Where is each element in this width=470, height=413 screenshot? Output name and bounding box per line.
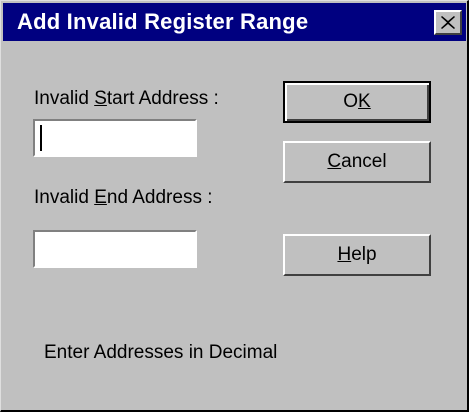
decimal-hint-text: Enter Addresses in Decimal: [44, 342, 278, 363]
ok-button[interactable]: OK: [283, 81, 431, 123]
end-address-label: Invalid End Address :: [34, 187, 213, 208]
start-address-field[interactable]: [33, 119, 197, 157]
cancel-button-label: Cancel: [327, 151, 387, 172]
text-caret: [40, 125, 42, 151]
cancel-button[interactable]: Cancel: [283, 141, 431, 183]
help-button[interactable]: Help: [283, 234, 431, 276]
close-icon: [441, 16, 455, 29]
help-button-label: Help: [337, 244, 377, 265]
add-invalid-register-range-dialog: Add Invalid Register Range Invalid Start…: [0, 0, 469, 412]
dialog-title: Add Invalid Register Range: [17, 9, 309, 34]
end-address-field[interactable]: [33, 230, 197, 268]
title-bar[interactable]: Add Invalid Register Range: [3, 3, 466, 41]
start-address-label: Invalid Start Address :: [34, 88, 219, 109]
ok-button-label: OK: [343, 91, 371, 112]
close-button[interactable]: [434, 10, 462, 35]
